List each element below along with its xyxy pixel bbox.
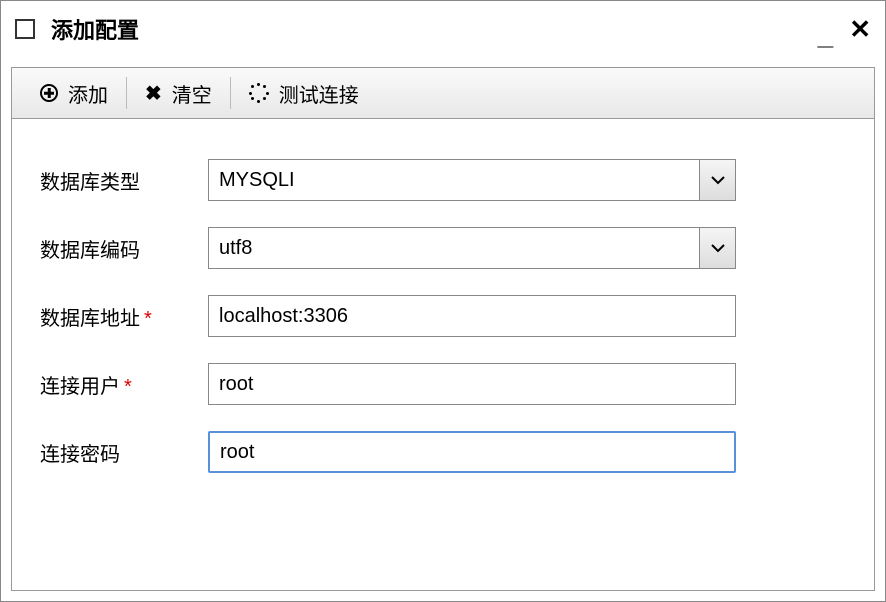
clear-button[interactable]: ✖ 清空 — [127, 68, 230, 118]
db-encoding-label: 数据库编码 — [40, 234, 208, 263]
required-marker: * — [144, 308, 152, 330]
db-password-label: 连接密码 — [40, 438, 208, 467]
db-password-row: 连接密码 — [40, 431, 846, 473]
test-connection-button[interactable]: 测试连接 — [231, 68, 377, 118]
db-encoding-dropdown-button[interactable] — [700, 227, 736, 269]
form-content: 数据库类型 数据库编码 数据库地址* — [11, 119, 875, 591]
add-button-label: 添加 — [68, 79, 108, 108]
chevron-down-icon — [711, 175, 725, 185]
required-marker: * — [124, 376, 132, 398]
db-type-row: 数据库类型 — [40, 159, 846, 201]
window-controls: _ ✕ — [818, 15, 871, 43]
titlebar: 添加配置 _ ✕ — [1, 1, 885, 57]
db-encoding-input[interactable] — [208, 227, 700, 269]
db-password-input[interactable] — [208, 431, 736, 473]
db-type-combo — [208, 159, 736, 201]
db-user-input[interactable] — [208, 363, 736, 405]
close-button[interactable]: ✕ — [849, 16, 871, 42]
db-encoding-combo — [208, 227, 736, 269]
db-type-label: 数据库类型 — [40, 166, 208, 195]
config-dialog: 添加配置 _ ✕ 添加 ✖ 清空 — [0, 0, 886, 602]
db-address-input[interactable] — [208, 295, 736, 337]
db-address-row: 数据库地址* — [40, 295, 846, 337]
window-icon — [15, 19, 35, 39]
db-encoding-row: 数据库编码 — [40, 227, 846, 269]
spinner-icon — [249, 83, 269, 103]
chevron-down-icon — [711, 243, 725, 253]
db-type-input[interactable] — [208, 159, 700, 201]
db-type-dropdown-button[interactable] — [700, 159, 736, 201]
plus-circle-icon — [40, 84, 58, 102]
clear-button-label: 清空 — [172, 79, 212, 108]
minimize-button[interactable]: _ — [818, 21, 834, 49]
db-user-label: 连接用户* — [40, 370, 208, 399]
x-icon: ✖ — [145, 81, 162, 106]
db-user-row: 连接用户* — [40, 363, 846, 405]
toolbar: 添加 ✖ 清空 测试连接 — [11, 67, 875, 119]
test-button-label: 测试连接 — [279, 79, 359, 108]
db-address-label: 数据库地址* — [40, 302, 208, 331]
window-title: 添加配置 — [51, 13, 818, 45]
add-button[interactable]: 添加 — [22, 68, 126, 118]
